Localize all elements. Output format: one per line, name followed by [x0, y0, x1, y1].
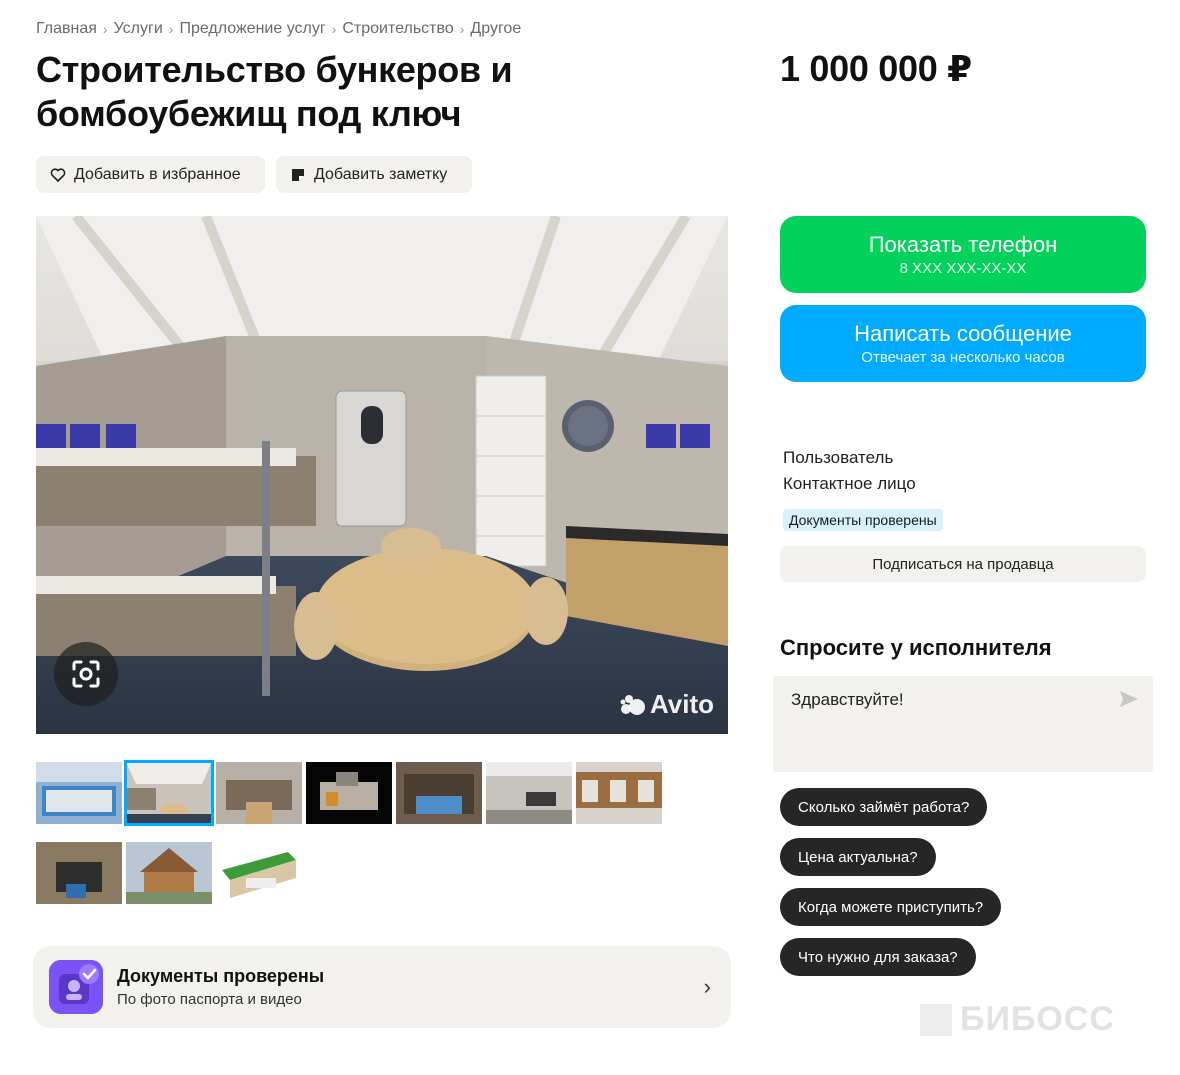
thumbnail[interactable] — [124, 760, 214, 826]
add-to-favorites-label: Добавить в избранное — [74, 165, 241, 183]
masked-phone: 8 XXX XXX-XX-XX — [899, 260, 1027, 277]
breadcrumb-separator: › — [102, 21, 108, 37]
main-photo[interactable]: Avito — [36, 216, 728, 734]
chevron-right-icon: › — [703, 974, 711, 999]
write-message-label: Написать сообщение — [854, 321, 1072, 346]
breadcrumb: Главная › Услуги › Предложение услуг › С… — [36, 20, 521, 38]
thumbnail[interactable] — [36, 842, 122, 904]
lens-scan-button[interactable] — [54, 642, 118, 706]
quick-question-chip[interactable]: Когда можете приступить? — [780, 888, 1002, 926]
ask-section-title: Спросите у исполнителя — [780, 635, 1052, 660]
avito-watermark: Avito — [620, 689, 714, 720]
price: 1 000 000 ₽ — [780, 48, 972, 89]
documents-verified-title: Документы проверены — [117, 966, 325, 986]
thumbnail[interactable] — [216, 762, 302, 824]
add-to-favorites-button[interactable]: Добавить в избранное — [36, 156, 265, 193]
thumbnail[interactable] — [36, 762, 122, 824]
bibos-watermark-logo: БИБОСС — [920, 1000, 1115, 1039]
quick-question-chip[interactable]: Что нужно для заказа? — [780, 938, 976, 976]
lens-scan-icon — [72, 660, 100, 688]
add-note-label: Добавить заметку — [314, 165, 448, 183]
documents-verified-badge: Документы проверены — [783, 509, 943, 531]
show-phone-button[interactable]: Показать телефон 8 XXX XXX-XX-XX — [780, 216, 1146, 293]
note-icon — [290, 167, 306, 183]
breadcrumb-home[interactable]: Главная — [36, 20, 97, 38]
documents-verified-subtitle: По фото паспорта и видео — [117, 991, 302, 1008]
thumbnail[interactable] — [576, 762, 662, 824]
send-icon[interactable] — [1119, 690, 1139, 713]
thumbnail[interactable] — [396, 762, 482, 824]
seller-name[interactable]: Пользователь — [783, 448, 893, 468]
documents-verified-card[interactable]: Документы проверены По фото паспорта и в… — [33, 946, 731, 1028]
subscribe-seller-button[interactable]: Подписаться на продавца — [780, 546, 1146, 582]
breadcrumb-separator: › — [459, 21, 465, 37]
seller-role: Контактное лицо — [783, 474, 916, 493]
thumbnail[interactable] — [486, 762, 572, 824]
avito-logo-icon — [620, 694, 645, 715]
write-message-button[interactable]: Написать сообщение Отвечает за несколько… — [780, 305, 1146, 382]
show-phone-label: Показать телефон — [868, 232, 1058, 257]
breadcrumb-separator: › — [331, 21, 337, 37]
thumbnail[interactable] — [306, 762, 392, 824]
add-note-button[interactable]: Добавить заметку — [276, 156, 472, 193]
thumbnail[interactable] — [126, 842, 212, 904]
breadcrumb-separator: › — [168, 21, 174, 37]
breadcrumb-offers[interactable]: Предложение услуг — [179, 20, 325, 38]
heart-icon — [50, 167, 66, 183]
thumbnail[interactable] — [216, 842, 302, 904]
ask-message-input[interactable]: Здравствуйте! — [773, 676, 1153, 772]
breadcrumb-construction[interactable]: Строительство — [342, 20, 453, 38]
verified-id-icon — [49, 960, 103, 1014]
avito-watermark-text: Avito — [649, 689, 714, 719]
quick-question-chip[interactable]: Цена актуальна? — [780, 838, 936, 876]
breadcrumb-services[interactable]: Услуги — [114, 20, 163, 38]
bibos-logo-text: БИБОСС — [960, 1000, 1115, 1038]
breadcrumb-other[interactable]: Другое — [470, 20, 521, 38]
bibos-logo-icon — [920, 1003, 952, 1036]
bunker-interior-image — [36, 216, 728, 734]
response-time: Отвечает за несколько часов — [861, 349, 1065, 366]
quick-question-chip[interactable]: Сколько займёт работа? — [780, 788, 988, 826]
page-title: Строительство бункеров и бомбоубежищ под… — [36, 49, 513, 134]
ask-message-value: Здравствуйте! — [791, 690, 904, 709]
